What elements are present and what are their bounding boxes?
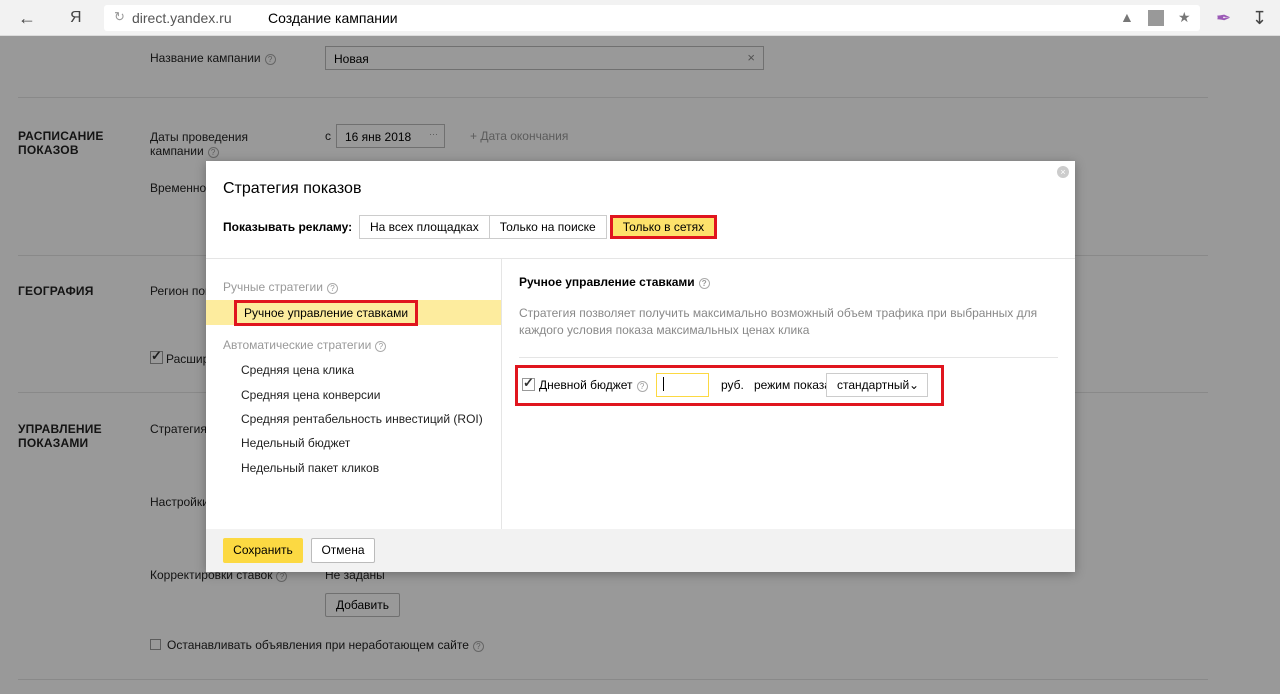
help-icon[interactable]: ? [326, 283, 338, 294]
pen-icon[interactable]: ✒ [1216, 8, 1231, 28]
placement-tabs: На всех площадках Только на поиске Тольк… [359, 215, 718, 239]
save-button[interactable]: Сохранить [223, 538, 303, 563]
strategy-item-manual-bids[interactable]: Ручное управление ставками [234, 300, 419, 326]
display-mode-value: стандартный [837, 378, 910, 392]
yandex-logo-icon[interactable]: Я [70, 8, 82, 28]
strategy-description: Стратегия позволяет получить максимально… [519, 306, 1038, 337]
currency-label: руб. [721, 378, 744, 392]
manual-strategies-header: Ручные стратегии? [223, 280, 338, 294]
modal-title: Стратегия показов [223, 180, 362, 197]
reload-icon[interactable]: ↻ [114, 9, 125, 25]
divider [519, 357, 1058, 358]
daily-budget-input[interactable] [656, 373, 709, 397]
divider [501, 259, 502, 529]
star-icon[interactable]: ★ [1178, 9, 1191, 26]
download-icon[interactable]: ↧ [1252, 8, 1267, 28]
help-icon[interactable]: ? [375, 341, 387, 352]
strategy-title: Ручное управление ставками? [519, 275, 710, 289]
back-arrow-icon[interactable]: ← [18, 8, 36, 28]
daily-budget-highlight: Дневной бюджет? руб. режим показа станда… [515, 365, 944, 406]
extension-icon[interactable]: ▲ [1120, 9, 1134, 25]
display-mode-select[interactable]: стандартный ⌄ [826, 373, 928, 397]
address-bar[interactable]: ↻ direct.yandex.ru Создание кампании ▲ ★ [104, 5, 1200, 31]
strategy-item-roi[interactable]: Средняя рентабельность инвестиций (ROI) [241, 412, 483, 426]
daily-budget-label: Дневной бюджет? [539, 378, 648, 392]
strategy-item-avg-cpa[interactable]: Средняя цена конверсии [241, 388, 380, 402]
display-mode-label: режим показа [754, 378, 831, 392]
help-icon[interactable]: ? [636, 381, 648, 392]
close-icon[interactable]: × [1057, 166, 1069, 178]
strategy-item-weekly-clicks[interactable]: Недельный пакет кликов [241, 461, 379, 475]
strategy-item-avg-cpc[interactable]: Средняя цена клика [241, 363, 354, 377]
modal-footer: Сохранить Отмена [206, 529, 1075, 572]
divider [206, 258, 1075, 259]
cancel-button[interactable]: Отмена [311, 538, 375, 563]
auto-strategies-header: Автоматические стратегии? [223, 338, 387, 352]
chevron-down-icon: ⌄ [908, 378, 919, 392]
show-ads-label: Показывать рекламу: [223, 220, 353, 234]
lock-icon[interactable] [1148, 10, 1164, 26]
tab-networks-only[interactable]: Только в сетях [609, 215, 718, 239]
url-page-title: Создание кампании [268, 10, 398, 26]
tab-search-only[interactable]: Только на поиске [488, 215, 607, 239]
help-icon[interactable]: ? [698, 278, 710, 289]
tab-all-platforms[interactable]: На всех площадках [359, 215, 490, 239]
text-cursor [663, 377, 664, 391]
url-domain: direct.yandex.ru [132, 10, 232, 26]
strategy-modal: Стратегия показов × Показывать рекламу: … [206, 161, 1075, 572]
daily-budget-checkbox[interactable] [522, 375, 535, 391]
browser-toolbar: ← Я ↻ direct.yandex.ru Создание кампании… [0, 0, 1280, 36]
strategy-item-weekly-budget[interactable]: Недельный бюджет [241, 436, 350, 450]
